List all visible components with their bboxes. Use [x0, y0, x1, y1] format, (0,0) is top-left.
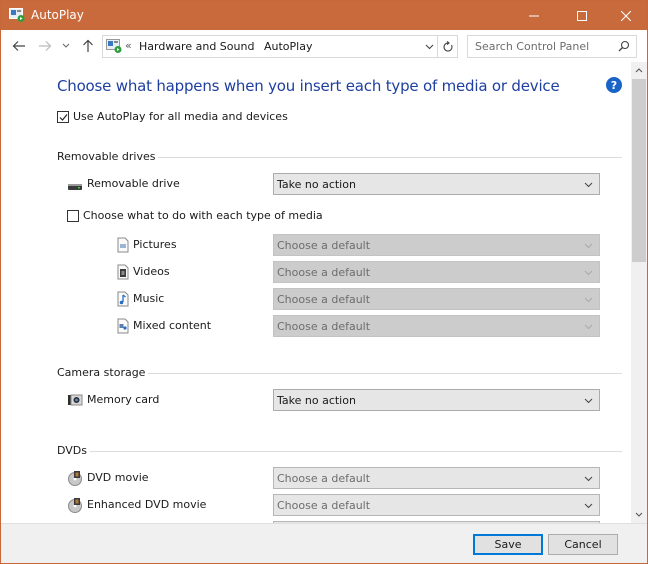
- pictures-icon: [117, 237, 129, 253]
- back-button[interactable]: [11, 38, 27, 54]
- breadcrumb-overflow[interactable]: «: [125, 39, 132, 52]
- chevron-down-icon: [584, 324, 593, 330]
- vertical-scrollbar[interactable]: [631, 62, 647, 523]
- mixed-content-icon: [117, 318, 129, 334]
- removable-drive-value: Take no action: [277, 178, 356, 191]
- maximize-button[interactable]: [559, 1, 605, 30]
- music-value: Choose a default: [277, 293, 371, 306]
- chevron-down-icon: [62, 43, 70, 48]
- autoplay-window: AutoPlay « Hardware and Sound › AutoPlay…: [0, 0, 648, 564]
- memory-card-icon: [68, 394, 83, 406]
- per-media-label[interactable]: Choose what to do with each type of medi…: [83, 209, 323, 222]
- section-title-camera-storage: Camera storage: [57, 366, 149, 379]
- minimize-icon: [529, 15, 539, 16]
- removable-drive-select[interactable]: Take no action: [273, 173, 600, 195]
- enhanced-dvd-movie-icon: [68, 498, 82, 513]
- breadcrumb-autoplay[interactable]: AutoPlay: [264, 40, 312, 53]
- enhanced-dvd-movie-value: Choose a default: [277, 499, 371, 512]
- up-button[interactable]: [80, 38, 96, 54]
- chevron-down-icon: [584, 476, 593, 482]
- refresh-button[interactable]: [437, 36, 458, 57]
- videos-icon: [117, 264, 129, 280]
- refresh-icon: [443, 40, 453, 52]
- chevron-down-icon: [584, 182, 593, 188]
- checkmark-icon: [59, 114, 68, 121]
- chevron-down-icon: [584, 503, 593, 509]
- removable-drive-label: Removable drive: [87, 177, 180, 190]
- chevron-up-icon: [635, 68, 643, 73]
- use-autoplay-label[interactable]: Use AutoPlay for all media and devices: [73, 110, 288, 123]
- control-panel-icon: [106, 39, 122, 53]
- pictures-select[interactable]: Choose a default: [273, 234, 600, 256]
- section-title-removable-drives: Removable drives: [57, 150, 159, 163]
- section-title-dvds: DVDs: [57, 444, 91, 457]
- maximize-icon: [577, 10, 587, 21]
- scroll-up-button[interactable]: [631, 62, 647, 79]
- dialog-footer: Save Cancel: [1, 523, 647, 563]
- search-icon[interactable]: [618, 40, 630, 52]
- chevron-down-icon: [425, 44, 433, 50]
- recent-locations-button[interactable]: [61, 38, 71, 54]
- breadcrumb-hardware-and-sound[interactable]: Hardware and Sound: [139, 40, 254, 53]
- music-select[interactable]: Choose a default: [273, 288, 600, 310]
- close-icon: [621, 10, 631, 21]
- chevron-down-icon: [584, 243, 593, 249]
- title-bar: AutoPlay: [1, 1, 647, 30]
- address-bar[interactable]: « Hardware and Sound › AutoPlay: [102, 35, 458, 58]
- content-area: Choose what happens when you insert each…: [1, 62, 631, 523]
- videos-value: Choose a default: [277, 266, 371, 279]
- memory-card-label: Memory card: [87, 393, 160, 406]
- dvd-movie-label: DVD movie: [87, 471, 149, 484]
- search-placeholder: Search Control Panel: [475, 40, 590, 53]
- per-media-checkbox[interactable]: [67, 210, 79, 222]
- mixed-content-label: Mixed content: [133, 319, 212, 332]
- chevron-down-icon: [635, 512, 643, 517]
- mixed-content-value: Choose a default: [277, 320, 371, 333]
- close-button[interactable]: [603, 1, 647, 30]
- removable-drive-icon: [68, 184, 82, 190]
- videos-label: Videos: [133, 265, 170, 278]
- arrow-left-icon: [12, 41, 25, 51]
- memory-card-value: Take no action: [277, 394, 356, 407]
- chevron-down-icon: [584, 398, 593, 404]
- autoplay-app-icon: [9, 8, 25, 22]
- chevron-down-icon: [584, 270, 593, 276]
- use-autoplay-checkbox[interactable]: [57, 111, 69, 123]
- arrow-right-icon: [39, 41, 52, 51]
- dvd-movie-value: Choose a default: [277, 472, 371, 485]
- minimize-button[interactable]: [511, 1, 557, 30]
- search-box[interactable]: Search Control Panel: [467, 35, 637, 58]
- enhanced-dvd-movie-label: Enhanced DVD movie: [87, 498, 207, 511]
- videos-select[interactable]: Choose a default: [273, 261, 600, 283]
- pictures-label: Pictures: [133, 238, 177, 251]
- memory-card-select[interactable]: Take no action: [273, 389, 600, 411]
- dvd-movie-select[interactable]: Choose a default: [273, 467, 600, 489]
- address-dropdown-button[interactable]: [421, 38, 437, 56]
- forward-button[interactable]: [37, 38, 53, 54]
- window-title: AutoPlay: [31, 8, 84, 22]
- scrollbar-thumb[interactable]: [632, 79, 646, 262]
- mixed-content-select[interactable]: Choose a default: [273, 315, 600, 337]
- help-button[interactable]: ?: [606, 77, 622, 93]
- dvd-movie-icon: [68, 471, 82, 486]
- section-divider: [57, 451, 622, 452]
- cancel-button[interactable]: Cancel: [548, 534, 618, 555]
- page-heading: Choose what happens when you insert each…: [57, 77, 560, 95]
- arrow-up-icon: [83, 39, 93, 52]
- chevron-down-icon: [584, 297, 593, 303]
- help-icon: ?: [610, 78, 618, 92]
- save-button[interactable]: Save: [473, 534, 543, 555]
- music-icon: [117, 291, 129, 307]
- enhanced-dvd-movie-select[interactable]: Choose a default: [273, 494, 600, 516]
- music-label: Music: [133, 292, 165, 305]
- scroll-down-button[interactable]: [631, 506, 647, 523]
- pictures-value: Choose a default: [277, 239, 371, 252]
- breadcrumb-separator[interactable]: ›: [251, 39, 255, 50]
- navigation-bar: « Hardware and Sound › AutoPlay Search C…: [1, 30, 647, 62]
